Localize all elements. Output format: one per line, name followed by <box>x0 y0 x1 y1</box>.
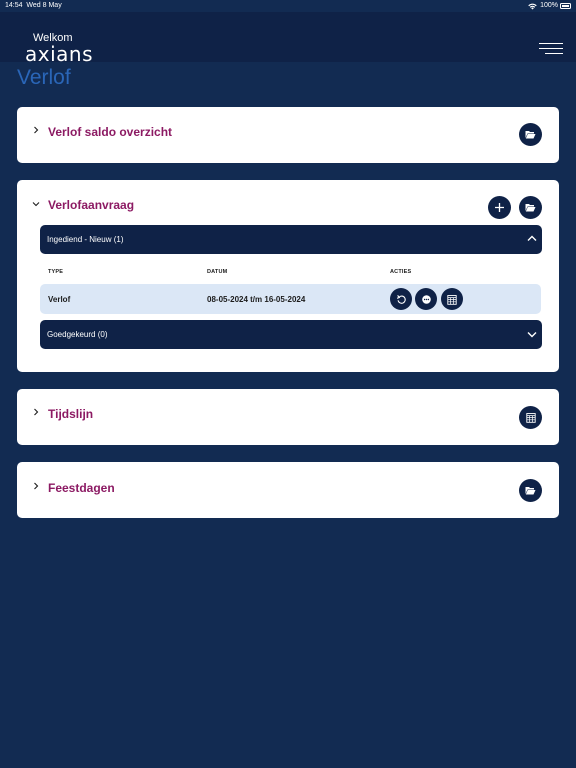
calendar-icon[interactable] <box>519 406 542 429</box>
chevron-right-icon[interactable] <box>31 482 41 492</box>
hamburger-menu-icon[interactable] <box>539 43 563 55</box>
submitted-section-header[interactable]: Ingediend - Nieuw (1) <box>40 225 542 254</box>
undo-icon[interactable] <box>390 288 412 310</box>
chevron-right-icon[interactable] <box>31 126 41 136</box>
card-aanvraag-title[interactable]: Verlofaanvraag <box>48 198 134 212</box>
chevron-up-icon <box>527 235 537 241</box>
row-date: 08-05-2024 t/m 16-05-2024 <box>207 295 306 304</box>
column-header-date: DATUM <box>207 269 228 275</box>
folder-open-icon[interactable] <box>519 479 542 502</box>
wifi-icon <box>528 3 537 9</box>
calendar-icon[interactable] <box>441 288 463 310</box>
chevron-down-icon <box>527 332 537 338</box>
status-bar: 14:54 Wed 8 May 100% <box>0 0 576 12</box>
chevron-down-icon[interactable] <box>31 199 41 209</box>
folder-open-icon[interactable] <box>519 196 542 219</box>
battery-percentage: 100% <box>540 2 558 9</box>
comment-icon[interactable] <box>415 288 437 310</box>
status-clock: 14:54 <box>5 2 23 9</box>
column-header-type: TYPE <box>48 269 64 275</box>
axians-logo: axians <box>25 42 93 66</box>
approved-section-header[interactable]: Goedgekeurd (0) <box>40 320 542 349</box>
card-saldo-title[interactable]: Verlof saldo overzicht <box>48 125 172 139</box>
card-tijdslijn <box>17 389 559 445</box>
row-type: Verlof <box>48 295 71 304</box>
chevron-right-icon[interactable] <box>31 408 41 418</box>
status-date: Wed 8 May <box>26 2 62 9</box>
approved-section-label: Goedgekeurd (0) <box>47 330 108 339</box>
submitted-section-label: Ingediend - Nieuw (1) <box>47 235 124 244</box>
page-title: Verlof <box>17 66 71 89</box>
plus-icon[interactable] <box>488 196 511 219</box>
app-header: Welkom axians <box>0 12 576 66</box>
battery-icon <box>560 3 571 9</box>
status-right: 100% <box>528 0 558 12</box>
status-time: 14:54 Wed 8 May <box>5 0 62 12</box>
folder-open-icon[interactable] <box>519 123 542 146</box>
card-tijdslijn-title[interactable]: Tijdslijn <box>48 407 93 421</box>
card-feestdagen-title[interactable]: Feestdagen <box>48 481 115 495</box>
column-header-actions: ACTIES <box>390 269 412 275</box>
